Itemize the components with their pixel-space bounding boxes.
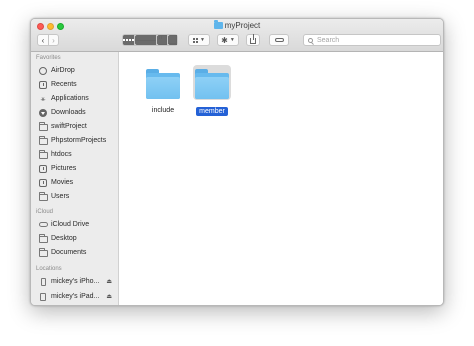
- search-icon: [308, 37, 313, 43]
- eject-icon[interactable]: ⏏: [106, 278, 112, 285]
- sidebar-item-downloads[interactable]: Downloads: [38, 106, 116, 119]
- sidebar-item-users[interactable]: Users: [38, 190, 116, 203]
- sidebar-item-label: AirDrop: [51, 67, 75, 74]
- sidebar-item-label: PhpstormProjects: [51, 137, 107, 144]
- movies-icon: [38, 178, 48, 187]
- folder-item[interactable]: include: [136, 65, 190, 117]
- sidebar-item-label: htdocs: [51, 151, 72, 158]
- sidebar-item-label: swiftProject: [51, 123, 87, 130]
- sidebar-item-airdrop[interactable]: AirDrop: [38, 64, 116, 77]
- sidebar-item-htdocs[interactable]: htdocs: [38, 148, 116, 161]
- group-icon: [193, 37, 199, 43]
- sidebar-item-recents[interactable]: Recents: [38, 78, 116, 91]
- window-title-text: myProject: [224, 21, 261, 30]
- finder-window: myProject ‹ › ▼ ✱ ▼ Search Favorites Air…: [30, 18, 444, 306]
- group-by-button[interactable]: ▼: [188, 34, 210, 46]
- chevron-down-icon: ▼: [229, 37, 235, 43]
- sidebar-item-label: Movies: [51, 179, 74, 186]
- navigation-group: ‹ ›: [37, 34, 59, 46]
- folder-name: member: [196, 107, 228, 116]
- folder-item-selected[interactable]: member: [185, 65, 239, 118]
- window-title: myProject: [31, 20, 443, 31]
- gear-icon: ✱: [221, 35, 228, 45]
- sidebar-item-swiftproject[interactable]: swiftProject: [38, 120, 116, 133]
- sidebar: Favorites AirDrop Recents ⚹ Applications…: [31, 52, 119, 305]
- back-button[interactable]: ‹: [38, 35, 48, 45]
- folder-name: include: [151, 107, 175, 114]
- icon-view-icon: [123, 35, 134, 45]
- sidebar-item-label: Desktop: [51, 235, 77, 242]
- forward-button[interactable]: ›: [47, 35, 58, 45]
- locations-header: Locations: [36, 266, 62, 272]
- gallery-view-button[interactable]: [166, 35, 177, 45]
- folder-icon: [195, 69, 229, 99]
- search-field[interactable]: Search: [303, 34, 441, 46]
- sidebar-item-phpstormprojects[interactable]: PhpstormProjects: [38, 134, 116, 147]
- downloads-icon: [38, 108, 48, 117]
- folder-icon: [38, 149, 48, 159]
- sidebar-item-label: mickey's iPad...: [51, 293, 100, 300]
- tags-button[interactable]: [269, 34, 289, 46]
- folder-icon: [38, 135, 48, 145]
- search-placeholder: Search: [317, 36, 340, 44]
- gallery-view-icon: [167, 35, 177, 45]
- folder-icon: [38, 121, 48, 131]
- sidebar-item-label: Downloads: [51, 109, 86, 116]
- selection-highlight: [193, 65, 231, 100]
- sidebar-item-label: iCloud Drive: [51, 221, 90, 228]
- pictures-icon: [38, 164, 48, 173]
- sidebar-item-label: Pictures: [51, 165, 77, 172]
- sidebar-item-movies[interactable]: Movies: [38, 176, 116, 189]
- sidebar-item-desktop[interactable]: Desktop: [38, 232, 116, 245]
- folder-icon: [213, 20, 223, 29]
- share-button[interactable]: [246, 33, 260, 46]
- sidebar-item-icloud-drive[interactable]: iCloud Drive: [38, 218, 116, 231]
- recents-icon: [38, 80, 48, 89]
- ipad-icon: [38, 292, 48, 301]
- tag-icon: [274, 38, 284, 42]
- icon-view-button[interactable]: [123, 35, 134, 45]
- cloud-icon: [38, 220, 48, 229]
- applications-icon: ⚹: [40, 93, 46, 103]
- sidebar-item-label: mickey's iPho...: [51, 278, 100, 285]
- sidebar-item-label: Recents: [51, 81, 77, 88]
- documents-icon: [38, 247, 48, 257]
- sidebar-item-pictures[interactable]: Pictures: [38, 162, 116, 175]
- list-view-icon: [135, 35, 156, 45]
- sidebar-item-applications[interactable]: ⚹ Applications: [38, 92, 116, 105]
- favorites-header: Favorites: [36, 55, 61, 61]
- sidebar-item-label: Documents: [51, 249, 87, 256]
- share-icon: [250, 33, 256, 44]
- sidebar-item-ipad[interactable]: mickey's iPad... ⏏: [38, 290, 116, 303]
- view-mode-group: [122, 34, 178, 46]
- file-browser[interactable]: include member: [120, 52, 443, 305]
- sidebar-item-documents[interactable]: Documents: [38, 246, 116, 259]
- column-view-icon: [157, 35, 167, 45]
- sidebar-item-iphone[interactable]: mickey's iPho... ⏏: [38, 275, 116, 288]
- sidebar-item-label: Users: [51, 193, 70, 200]
- eject-icon[interactable]: ⏏: [106, 293, 112, 300]
- sidebar-item-label: Applications: [51, 95, 89, 102]
- toolbar: myProject ‹ › ▼ ✱ ▼ Search: [31, 19, 443, 52]
- chevron-down-icon: ▼: [200, 37, 205, 43]
- desktop-icon: [38, 233, 48, 243]
- action-menu-button[interactable]: ✱ ▼: [217, 34, 239, 46]
- column-view-button[interactable]: [156, 35, 167, 45]
- folder-icon: [38, 191, 48, 201]
- airdrop-icon: [38, 66, 48, 75]
- folder-icon: [146, 69, 180, 99]
- list-view-button[interactable]: [134, 35, 156, 45]
- iphone-icon: [38, 277, 48, 286]
- icloud-header: iCloud: [36, 209, 54, 215]
